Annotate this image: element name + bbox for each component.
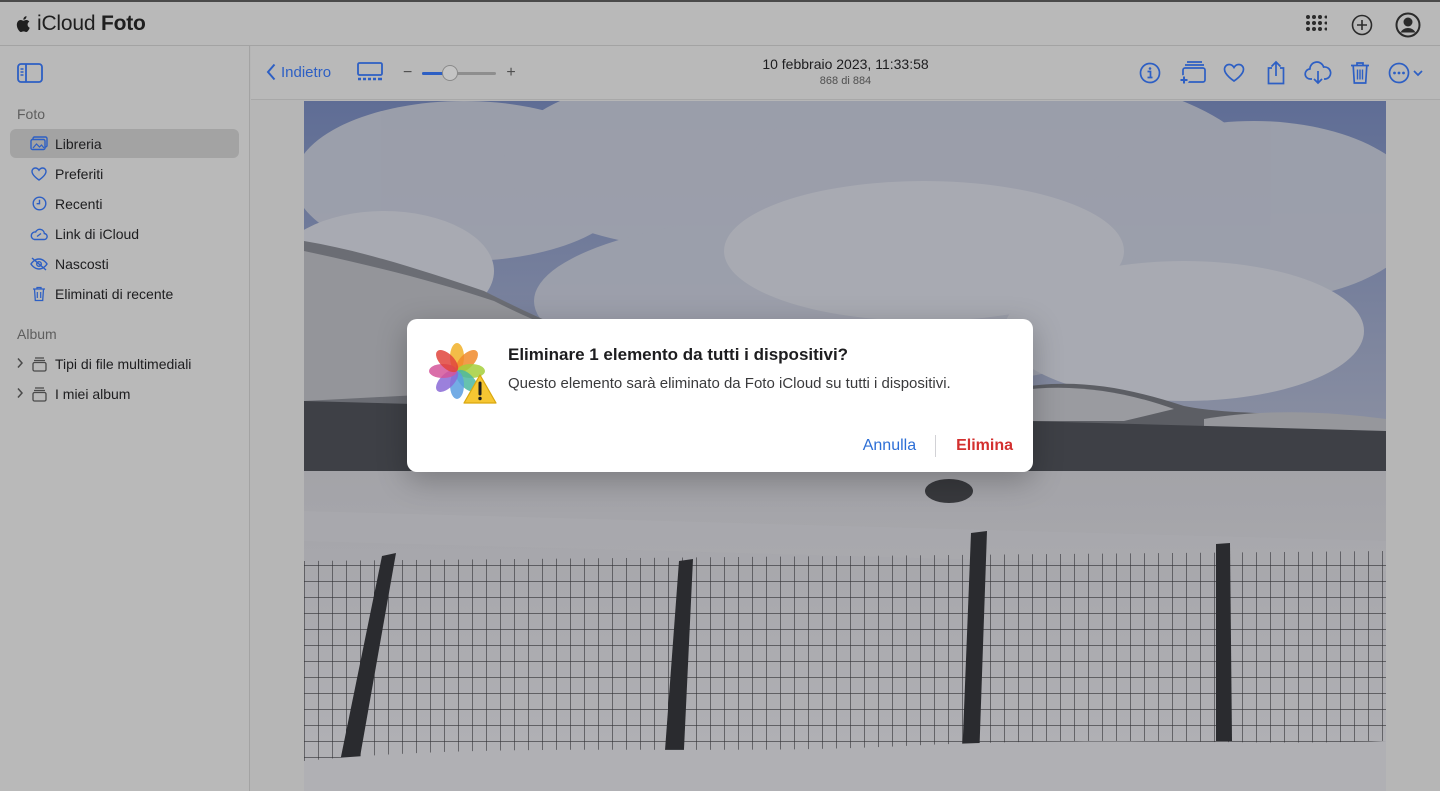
chevron-right-icon[interactable]	[16, 357, 24, 369]
sidebar-item-label: Link di iCloud	[55, 225, 140, 242]
library-icon	[30, 136, 48, 152]
dialog-title: Eliminare 1 elemento da tutti i disposit…	[508, 345, 849, 364]
sidebar-toggle-icon[interactable]	[17, 63, 43, 83]
zoom-slider[interactable]	[422, 64, 497, 81]
grid-view-icon[interactable]	[357, 62, 383, 87]
sidebar-item-icloud-links[interactable]: Link di iCloud	[10, 219, 239, 248]
sidebar-item-recently-deleted[interactable]: Eliminati di recente	[10, 279, 239, 308]
delete-trash-icon[interactable]	[1346, 59, 1374, 87]
dialog-message: Questo elemento sarà eliminato da Foto i…	[508, 375, 951, 392]
sidebar-item-label: Preferiti	[55, 165, 104, 182]
favorite-heart-icon[interactable]	[1220, 59, 1248, 87]
photos-warning-icon	[429, 341, 497, 405]
app-header: iCloud Foto	[0, 0, 1440, 46]
sidebar-item-label: Eliminati di recente	[55, 285, 174, 302]
delete-confirm-dialog: Eliminare 1 elemento da tutti i disposit…	[407, 319, 1033, 472]
clock-icon	[30, 196, 48, 212]
sidebar-item-label: Libreria	[55, 135, 102, 152]
sidebar: Foto Libreria Preferiti Recenti Link di …	[0, 46, 250, 791]
sidebar-item-library[interactable]: Libreria	[10, 129, 239, 158]
share-icon[interactable]	[1262, 59, 1290, 87]
sidebar-item-label: Recenti	[55, 195, 103, 212]
album-stack-icon	[30, 386, 48, 402]
info-icon[interactable]	[1136, 59, 1164, 87]
delete-button[interactable]: Elimina	[936, 435, 1013, 457]
sidebar-item-favorites[interactable]: Preferiti	[10, 159, 239, 188]
zoom-out-button[interactable]: −	[403, 64, 412, 82]
dialog-buttons: Annulla Elimina	[863, 435, 1013, 457]
download-icon[interactable]	[1304, 59, 1332, 87]
trash-icon	[30, 286, 48, 302]
sidebar-item-recents[interactable]: Recenti	[10, 189, 239, 218]
section-header-photos: Foto	[17, 106, 46, 122]
cancel-button[interactable]: Annulla	[863, 435, 937, 457]
app-grid-icon[interactable]	[1302, 11, 1330, 39]
zoom-slider-knob[interactable]	[442, 64, 459, 81]
add-to-album-icon[interactable]	[1178, 59, 1206, 87]
cloud-link-icon	[30, 226, 48, 242]
back-label: Indietro	[281, 63, 332, 81]
apple-logo-icon	[16, 15, 30, 32]
photo-toolbar: Indietro − + 10 febbraio 2023, 11:33:58 …	[251, 46, 1440, 100]
chevron-right-icon[interactable]	[16, 387, 24, 399]
sidebar-item-my-albums[interactable]: I miei album	[10, 379, 239, 408]
chevron-left-icon	[266, 63, 276, 81]
sidebar-item-media-types[interactable]: Tipi di file multimediali	[10, 349, 239, 378]
app-title: iCloud Foto	[37, 11, 146, 35]
heart-icon	[30, 166, 48, 182]
zoom-in-button[interactable]: +	[506, 64, 515, 82]
sidebar-item-label: I miei album	[55, 385, 131, 402]
photo-actions	[1122, 59, 1426, 87]
account-icon[interactable]	[1394, 11, 1422, 39]
sidebar-item-label: Nascosti	[55, 255, 109, 272]
sidebar-item-hidden[interactable]: Nascosti	[10, 249, 239, 278]
zoom-control: − +	[403, 64, 516, 82]
more-options-icon[interactable]	[1388, 59, 1426, 87]
sidebar-item-label: Tipi di file multimediali	[55, 355, 192, 372]
brand[interactable]: iCloud Foto	[15, 12, 146, 36]
back-button[interactable]: Indietro	[266, 63, 331, 81]
eye-slash-icon	[30, 256, 48, 272]
album-stack-icon	[30, 356, 48, 372]
add-circle-icon[interactable]	[1348, 11, 1376, 39]
section-header-albums: Album	[17, 326, 57, 342]
